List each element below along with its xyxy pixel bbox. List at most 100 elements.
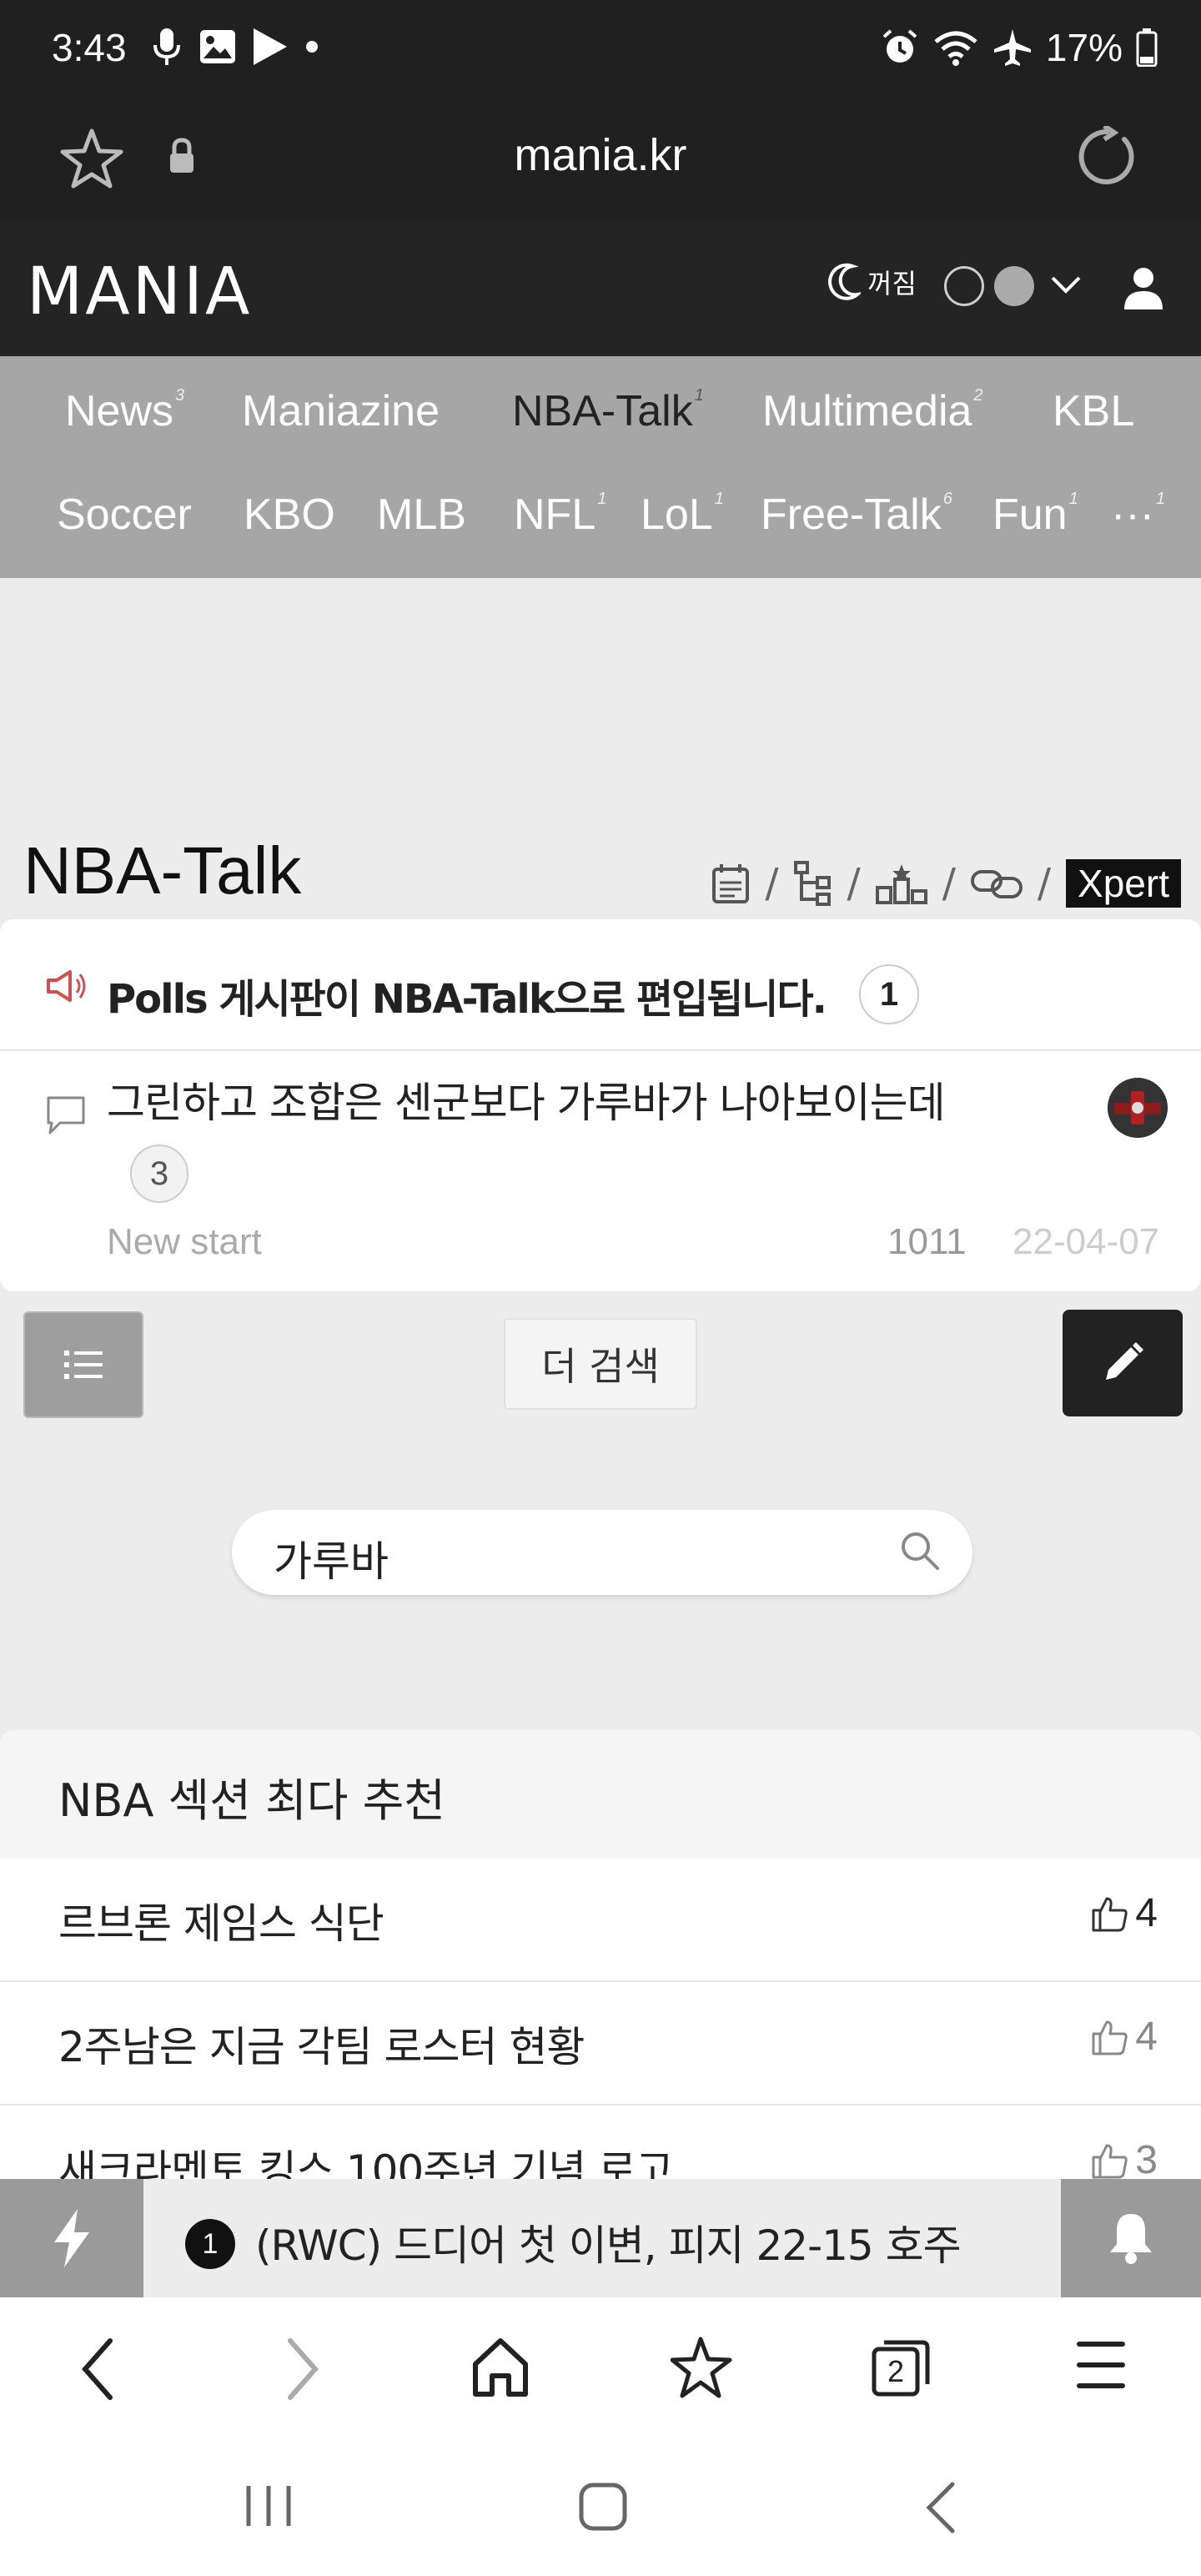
back-icon[interactable]	[77, 2336, 118, 2402]
ranking-icon[interactable]	[875, 863, 927, 904]
separator: /	[765, 860, 779, 907]
nav-item-multimedia[interactable]: Multimedia 2	[762, 386, 983, 436]
nav-item-maniazine[interactable]: Maniazine	[242, 386, 440, 436]
list-item-title[interactable]: 르브론 제임스 식단	[58, 1890, 384, 1950]
play-store-icon	[254, 28, 287, 65]
search-field[interactable]: 가루바	[232, 1510, 972, 1595]
theme-option-gray[interactable]	[994, 266, 1034, 306]
system-navigation-bar	[0, 2439, 1201, 2576]
dark-mode-label: 꺼짐	[867, 268, 917, 299]
list-item[interactable]: 르브론 제임스 식단 4	[0, 1859, 1201, 1982]
bookmarks-icon[interactable]	[671, 2336, 734, 2401]
link-icon[interactable]	[970, 867, 1023, 900]
dot-icon	[306, 41, 318, 53]
menu-icon[interactable]	[1076, 2336, 1126, 2394]
home-button-icon[interactable]	[577, 2481, 629, 2533]
comment-count-badge: 3	[130, 1145, 188, 1203]
separator: /	[847, 860, 861, 907]
forward-icon[interactable]	[282, 2336, 324, 2402]
list-icon	[64, 1351, 103, 1379]
post-views: 1011	[887, 1221, 967, 1262]
calendar-icon[interactable]	[711, 863, 750, 904]
battery-icon	[1136, 28, 1158, 67]
post-list: Polls 게시판이 NBA-Talk으로 편입됩니다. 1 그린하고 조합은 …	[0, 919, 1201, 1291]
like-count: 4	[1090, 1890, 1158, 1936]
nav-item-soccer[interactable]: Soccer	[57, 490, 192, 540]
status-system-icons: 17%	[881, 25, 1158, 70]
board-tools: / / / / Xpert	[711, 859, 1181, 908]
search-input[interactable]: 가루바	[274, 1528, 389, 1588]
nav-item-mlb[interactable]: MLB	[377, 490, 466, 540]
notice-row[interactable]: Polls 게시판이 NBA-Talk으로 편입됩니다. 1	[0, 919, 1201, 1051]
like-count: 4	[1090, 2014, 1158, 2060]
theme-option-light[interactable]	[944, 266, 984, 306]
url-field[interactable]: mania.kr	[0, 129, 1201, 181]
ticker-headline[interactable]: (RWC) 드디어 첫 이변, 피지 22-15 호주	[255, 2212, 962, 2272]
list-item[interactable]: 새크라멘토 킹스 100주년 기념 로고 3	[0, 2106, 1201, 2181]
chevron-down-icon[interactable]	[1049, 273, 1083, 296]
post-author[interactable]: New start	[107, 1221, 262, 1263]
airplane-icon	[993, 29, 1031, 66]
sitemap-icon[interactable]	[793, 861, 832, 906]
post-date: 22-04-07	[1013, 1221, 1160, 1262]
microphone-icon	[153, 28, 180, 65]
system-back-icon[interactable]	[922, 2481, 959, 2534]
board-title: NBA-Talk	[23, 833, 302, 908]
battery-percent: 17%	[1045, 26, 1123, 69]
nav-item-news[interactable]: News 3	[65, 386, 184, 436]
comment-count-badge: 1	[859, 964, 919, 1024]
nav-item-kbl[interactable]: KBL	[1053, 386, 1134, 436]
list-item-title[interactable]: 새크라멘토 킹스 100주년 기념 로고	[58, 2137, 674, 2181]
user-icon[interactable]	[1123, 266, 1164, 311]
search-icon[interactable]	[899, 1530, 941, 1572]
most-recommended-section: NBA 섹션 최다 추천 르브론 제임스 식단 4 2주남은 지금 각팀 로스터…	[0, 1730, 1201, 2181]
nav-item-more[interactable]: ··· 1	[1111, 490, 1165, 540]
recent-apps-icon[interactable]	[242, 2481, 295, 2531]
notification-button[interactable]	[1061, 2179, 1201, 2297]
team-logo-icon	[1108, 1078, 1168, 1138]
list-item-title[interactable]: 2주남은 지금 각팀 로스터 현황	[58, 2014, 585, 2074]
news-ticker: 1 (RWC) 드디어 첫 이변, 피지 22-15 호주	[0, 2179, 1201, 2297]
site-logo[interactable]: MANIA	[27, 254, 252, 330]
alarm-icon	[882, 29, 917, 63]
image-icon	[200, 30, 235, 63]
dark-mode-toggle[interactable]: 꺼짐	[827, 263, 917, 301]
thumbs-up-icon	[1092, 2020, 1128, 2055]
ticker-rank: 1	[185, 2219, 235, 2269]
list-item[interactable]: 2주남은 지금 각팀 로스터 현황 4	[0, 1982, 1201, 2106]
megaphone-icon	[47, 970, 86, 1002]
browser-address-bar: mania.kr	[0, 104, 1201, 221]
moon-icon	[828, 263, 861, 300]
wifi-icon	[934, 31, 977, 66]
thumbs-up-icon	[1092, 1897, 1128, 1931]
list-view-button[interactable]	[23, 1311, 143, 1418]
status-notification-icons	[150, 27, 320, 67]
category-nav: News 3 Maniazine NBA-Talk 1 Multimedia 2 KB…	[0, 356, 1201, 578]
browser-toolbar: 2	[0, 2297, 1201, 2439]
like-count: 3	[1090, 2137, 1158, 2181]
separator: /	[1037, 860, 1052, 907]
nav-item-fun[interactable]: Fun 1	[992, 490, 1078, 540]
nav-item-free-talk[interactable]: Free-Talk 6	[761, 490, 952, 540]
nav-item-nfl[interactable]: NFL 1	[514, 490, 606, 540]
xpert-button[interactable]: Xpert	[1066, 859, 1181, 908]
lightning-icon	[54, 2209, 89, 2267]
section-title: NBA 섹션 최다 추천	[58, 1774, 445, 1827]
site-header: MANIA 꺼짐	[0, 221, 1201, 356]
quick-menu-button[interactable]	[0, 2179, 143, 2297]
notice-title[interactable]: Polls 게시판이 NBA-Talk으로 편입됩니다.	[107, 966, 827, 1024]
section-header: NBA 섹션 최다 추천	[0, 1730, 1201, 1859]
post-title[interactable]: 그린하고 조합은 센군보다 가루바가 나아보이는데	[107, 1069, 946, 1130]
tabs-button[interactable]: 2	[869, 2336, 932, 2399]
home-icon[interactable]	[470, 2336, 530, 2399]
post-row[interactable]: 그린하고 조합은 센군보다 가루바가 나아보이는데 3 New start 10…	[0, 1051, 1201, 1291]
nav-item-kbo[interactable]: KBO	[244, 490, 335, 540]
nav-item-nba-talk[interactable]: NBA-Talk 1	[512, 386, 704, 436]
thumbs-up-icon	[1092, 2144, 1128, 2178]
reload-icon[interactable]	[1076, 126, 1138, 188]
author-avatar	[1108, 1078, 1168, 1138]
pencil-icon	[1106, 1342, 1143, 1380]
write-post-button[interactable]	[1063, 1310, 1183, 1416]
more-search-button[interactable]: 더 검색	[504, 1318, 697, 1410]
nav-item-lol[interactable]: LoL 1	[641, 490, 724, 540]
